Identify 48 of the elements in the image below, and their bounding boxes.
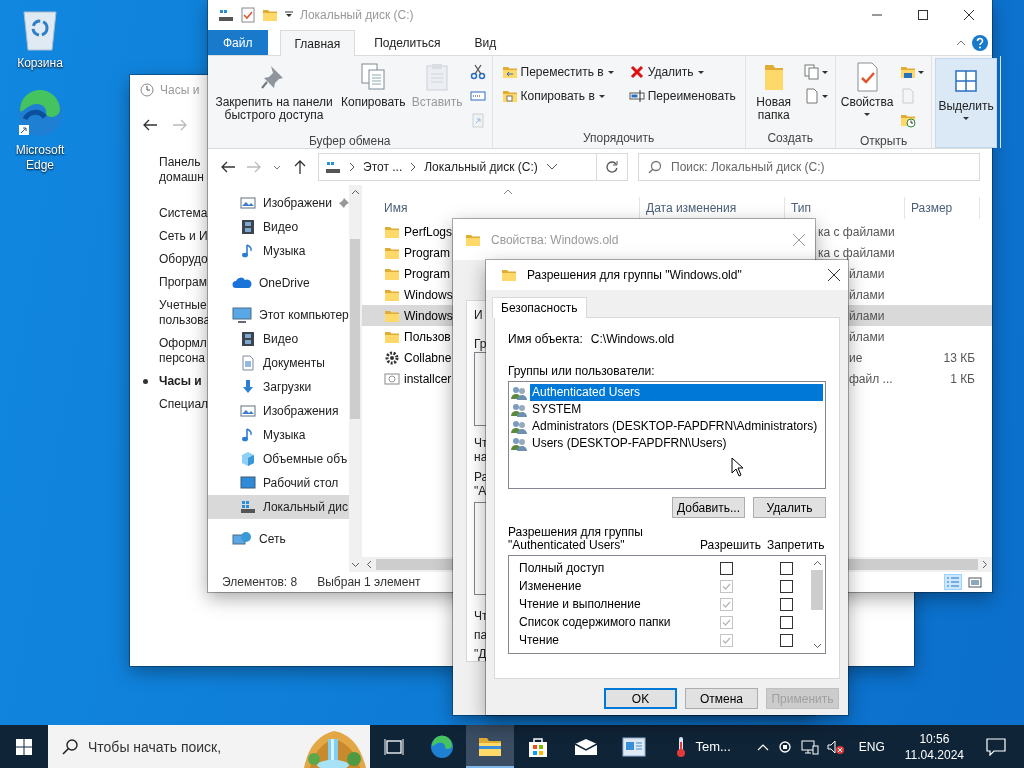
label-fragment: "A: [474, 484, 487, 499]
file-type: ка с файлами: [818, 224, 895, 239]
dialog-title: Разрешения для группы "Windows.old": [527, 268, 742, 282]
label-fragment: Чт: [474, 436, 488, 451]
file-type: йлами: [849, 287, 885, 302]
file-name: installcer: [404, 371, 452, 386]
group-label: Открыть: [860, 134, 908, 148]
file-name: Пользов: [404, 329, 451, 344]
file-name: Program: [404, 266, 450, 281]
selection-count: Выбран 1 элемент: [317, 575, 421, 589]
label-fragment: па: [474, 628, 488, 642]
file-type: файл ...: [849, 371, 893, 386]
permission-name: Полный доступ: [518, 561, 606, 575]
file-type: ие: [849, 350, 863, 365]
file-size: 1 КБ: [950, 371, 975, 386]
file-type: йлами: [849, 266, 885, 281]
group-label: Создать: [767, 131, 813, 145]
permission-name: Чтение: [518, 633, 561, 647]
object-name: C:\Windows.old: [590, 332, 675, 346]
column-header: Разрешить: [700, 538, 762, 552]
permission-name: Список содержимого папки: [518, 615, 672, 629]
file-type: йлами: [849, 308, 885, 323]
permission-name: Изменение: [518, 579, 583, 593]
window-title: Свойства: Windows.old: [491, 232, 619, 247]
file-type: ка с файлами: [818, 245, 895, 260]
column-header: Запретить: [767, 538, 825, 552]
field-label: Разрешения для группы "Authenticated Users": [508, 526, 644, 552]
field-label: Имя объекта:: [508, 332, 583, 346]
item-count: Элементов: 8: [222, 575, 298, 589]
file-name: Windows: [404, 287, 453, 302]
desktop-icon-label: Microsoft Edge: [14, 143, 66, 173]
label-fragment: "Д: [474, 647, 487, 661]
file-name: Program: [404, 245, 450, 260]
file-type: йлами: [849, 329, 885, 344]
label-fragment: Чт: [474, 609, 488, 623]
file-size: 13 КБ: [943, 350, 975, 365]
file-name: Windows: [404, 308, 453, 323]
group-label: Буфер обмена: [308, 134, 391, 148]
window-title: Локальный диск (C:): [300, 8, 414, 22]
label-fragment: Гр: [474, 337, 487, 351]
permission-name: Чтение и выполнение: [518, 597, 642, 611]
field-label: Группы или пользователи:: [508, 364, 655, 378]
desktop-icon-label: Корзина: [16, 56, 64, 71]
group-label: Упорядочить: [582, 131, 655, 145]
window-title: Часы и: [160, 83, 200, 97]
file-name: Collabne: [404, 350, 452, 365]
label-fragment: И: [474, 308, 483, 322]
file-name: PerfLogs: [404, 224, 453, 239]
